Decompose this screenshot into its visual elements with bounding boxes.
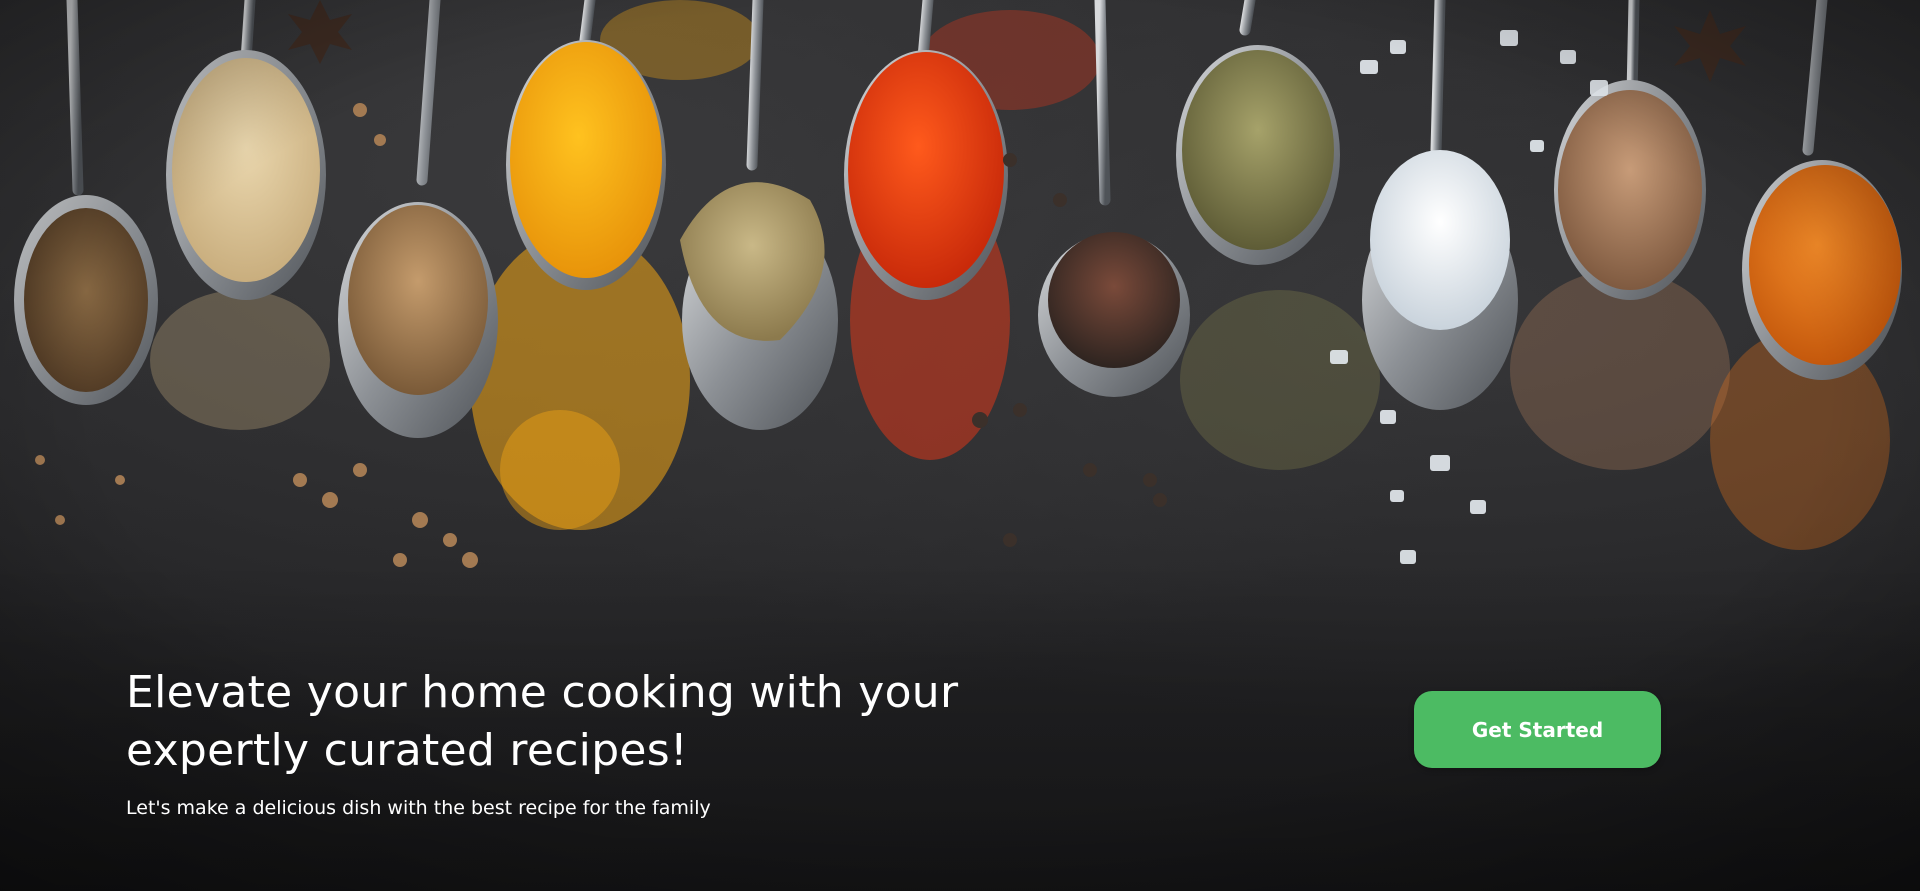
hero-section: Elevate your home cooking with your expe…: [0, 0, 1920, 891]
hero-headline: Elevate your home cooking with your expe…: [126, 667, 959, 776]
get-started-button[interactable]: Get Started: [1414, 691, 1661, 768]
hero-subline: Let's make a delicious dish with the bes…: [126, 797, 711, 819]
hero-copy: Elevate your home cooking with your expe…: [126, 664, 1086, 820]
